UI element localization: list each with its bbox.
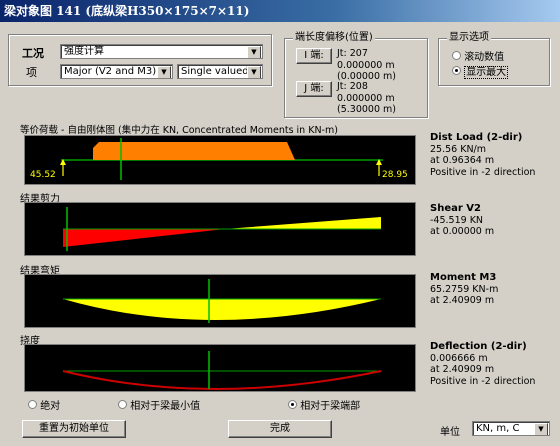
load-info: Dist Load (2-dir) 25.56 KN/m at 0.96364 … [430, 132, 535, 178]
radio-scroll[interactable] [452, 51, 461, 60]
radio-max[interactable] [452, 66, 461, 75]
component-select-value: Major (V2 and M3) [64, 66, 157, 77]
load-section-title: 等价荷载 - 自由刚体图 (集中力在 KN, Concentrated Mome… [20, 125, 338, 136]
j-end-offset: 0.000000 m [337, 92, 395, 104]
units-select[interactable]: KN, m, C ▼ [472, 421, 550, 436]
shear-info: Shear V2 -45.519 KN at 0.00000 m [430, 203, 494, 238]
i-end-info: Jt: 207 0.000000 m (0.00000 m) [337, 48, 396, 83]
display-option-max[interactable]: 显示最大 [452, 63, 509, 79]
right-reaction-value: 28.95 [382, 170, 408, 180]
moment-info-value: 65.2759 KN-m [430, 283, 499, 295]
mode-select-value: Single valued [181, 66, 249, 77]
left-reaction-value: 45.52 [30, 170, 56, 180]
case-select[interactable]: 强度计算 ▼ [60, 44, 263, 59]
deflection-info: Deflection (2-dir) 0.006666 m at 2.40909… [430, 341, 535, 387]
units-label: 单位 [440, 427, 460, 438]
load-info-heading: Dist Load (2-dir) [430, 132, 523, 143]
display-option-max-label: 显示最大 [464, 66, 509, 79]
mode-select[interactable]: Single valued ▼ [177, 64, 263, 79]
i-end-offset: 0.000000 m [337, 59, 395, 71]
i-end-joint: Jt: 207 [337, 48, 368, 59]
reset-units-button[interactable]: 重置为初始单位 [22, 420, 126, 438]
shear-diagram [24, 202, 416, 256]
reference-beam-end-label: 相对于梁端部 [300, 401, 361, 412]
reference-beam-min[interactable]: 相对于梁最小值 [118, 397, 200, 412]
units-select-value: KN, m, C [476, 423, 520, 434]
moment-info-heading: Moment M3 [430, 272, 497, 283]
component-select[interactable]: Major (V2 and M3) ▼ [60, 64, 173, 79]
chevron-down-icon[interactable]: ▼ [247, 66, 261, 78]
i-end-button[interactable]: I 端: [296, 48, 332, 64]
done-button[interactable]: 完成 [228, 420, 332, 438]
load-info-direction: Positive in -2 direction [430, 166, 536, 178]
shear-info-location: at 0.00000 m [430, 226, 495, 237]
deflection-info-heading: Deflection (2-dir) [430, 341, 527, 352]
j-end-position: (5.30000 m) [337, 104, 396, 115]
deflection-info-direction: Positive in -2 direction [430, 375, 536, 387]
deflection-diagram-bg [25, 345, 415, 391]
radio-absolute[interactable] [28, 400, 37, 409]
chevron-down-icon[interactable]: ▼ [534, 423, 548, 435]
end-offset-title: 端长度偏移(位置) [293, 32, 375, 44]
moment-diagram [24, 274, 416, 328]
reference-absolute[interactable]: 绝对 [28, 397, 60, 412]
display-option-scroll-label: 滚动数值 [464, 52, 505, 63]
radio-beam-min[interactable] [118, 400, 127, 409]
shear-info-heading: Shear V2 [430, 203, 481, 214]
window-title: 梁对象图 141 (底纵梁H350×175×7×11) [0, 0, 560, 22]
chevron-down-icon[interactable]: ▼ [247, 46, 261, 58]
display-option-scroll[interactable]: 滚动数值 [452, 48, 504, 63]
load-info-value: 25.56 KN/m [430, 143, 487, 155]
case-select-value: 强度计算 [64, 46, 104, 57]
moment-info-location: at 2.40909 m [430, 295, 495, 306]
case-label: 工况 [22, 47, 44, 60]
radio-beam-end[interactable] [288, 400, 297, 409]
j-end-button[interactable]: J 端: [296, 81, 332, 97]
reference-beam-end[interactable]: 相对于梁端部 [288, 397, 360, 412]
load-diagram [24, 135, 416, 185]
j-end-info: Jt: 208 0.000000 m (5.30000 m) [337, 81, 396, 116]
reference-absolute-label: 绝对 [40, 401, 61, 412]
item-label: 项 [26, 66, 37, 79]
moment-info: Moment M3 65.2759 KN-m at 2.40909 m [430, 272, 498, 307]
chevron-down-icon[interactable]: ▼ [157, 66, 171, 78]
deflection-info-location: at 2.40909 m [430, 364, 495, 375]
load-info-location: at 0.96364 m [430, 155, 495, 166]
display-options-title: 显示选项 [447, 32, 491, 44]
shear-info-value: -45.519 KN [430, 214, 484, 226]
deflection-info-value: 0.006666 m [430, 352, 488, 364]
deflection-diagram [24, 344, 416, 392]
j-end-joint: Jt: 208 [337, 81, 368, 92]
reference-beam-min-label: 相对于梁最小值 [130, 401, 201, 412]
distributed-load-shape [93, 142, 287, 160]
